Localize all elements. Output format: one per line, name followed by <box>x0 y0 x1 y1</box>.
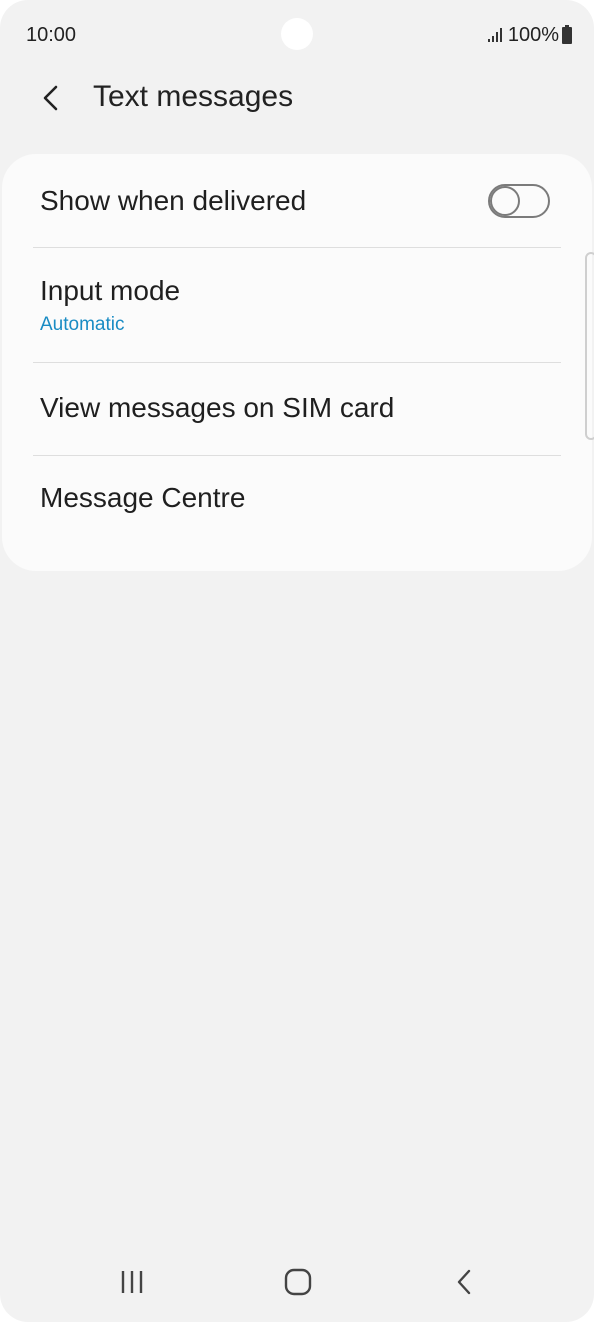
back-button[interactable] <box>30 76 74 120</box>
recent-apps-button[interactable] <box>102 1260 162 1304</box>
show-when-delivered-row[interactable]: Show when delivered <box>2 154 592 248</box>
input-mode-label: Input mode <box>40 275 181 306</box>
show-when-delivered-label: Show when delivered <box>40 185 307 216</box>
input-mode-value: Automatic <box>40 314 125 335</box>
app-bar: Text messages <box>0 70 594 126</box>
view-sim-messages-row[interactable]: View messages on SIM card <box>2 363 592 455</box>
scroll-indicator[interactable] <box>585 252 594 440</box>
message-centre-row[interactable]: Message Centre <box>2 456 592 571</box>
show-when-delivered-toggle[interactable] <box>488 184 550 218</box>
battery-percentage: 100% <box>507 23 559 46</box>
navigation-bar <box>0 1250 594 1314</box>
page-title: Text messages <box>93 80 294 113</box>
home-button[interactable] <box>268 1260 328 1304</box>
status-bar: 10:00 100% <box>0 0 594 70</box>
phone-screen: 10:00 100% Text messages Show when deliv… <box>0 0 594 1322</box>
view-sim-messages-label: View messages on SIM card <box>40 392 395 423</box>
recent-apps-icon <box>121 1271 143 1293</box>
input-mode-row[interactable]: Input mode Automatic <box>2 248 592 363</box>
nav-back-button[interactable] <box>434 1260 494 1304</box>
signal-icon <box>487 28 502 42</box>
battery-icon <box>562 24 572 44</box>
home-icon <box>284 1268 312 1296</box>
chevron-left-icon <box>43 85 58 111</box>
toggle-knob <box>490 186 520 216</box>
message-centre-label: Message Centre <box>40 482 246 513</box>
back-icon <box>457 1269 471 1295</box>
status-time: 10:00 <box>26 24 77 46</box>
settings-card: Show when delivered Input mode Automatic… <box>2 154 592 571</box>
status-indicators: 100% <box>487 23 572 46</box>
front-camera <box>281 18 313 50</box>
